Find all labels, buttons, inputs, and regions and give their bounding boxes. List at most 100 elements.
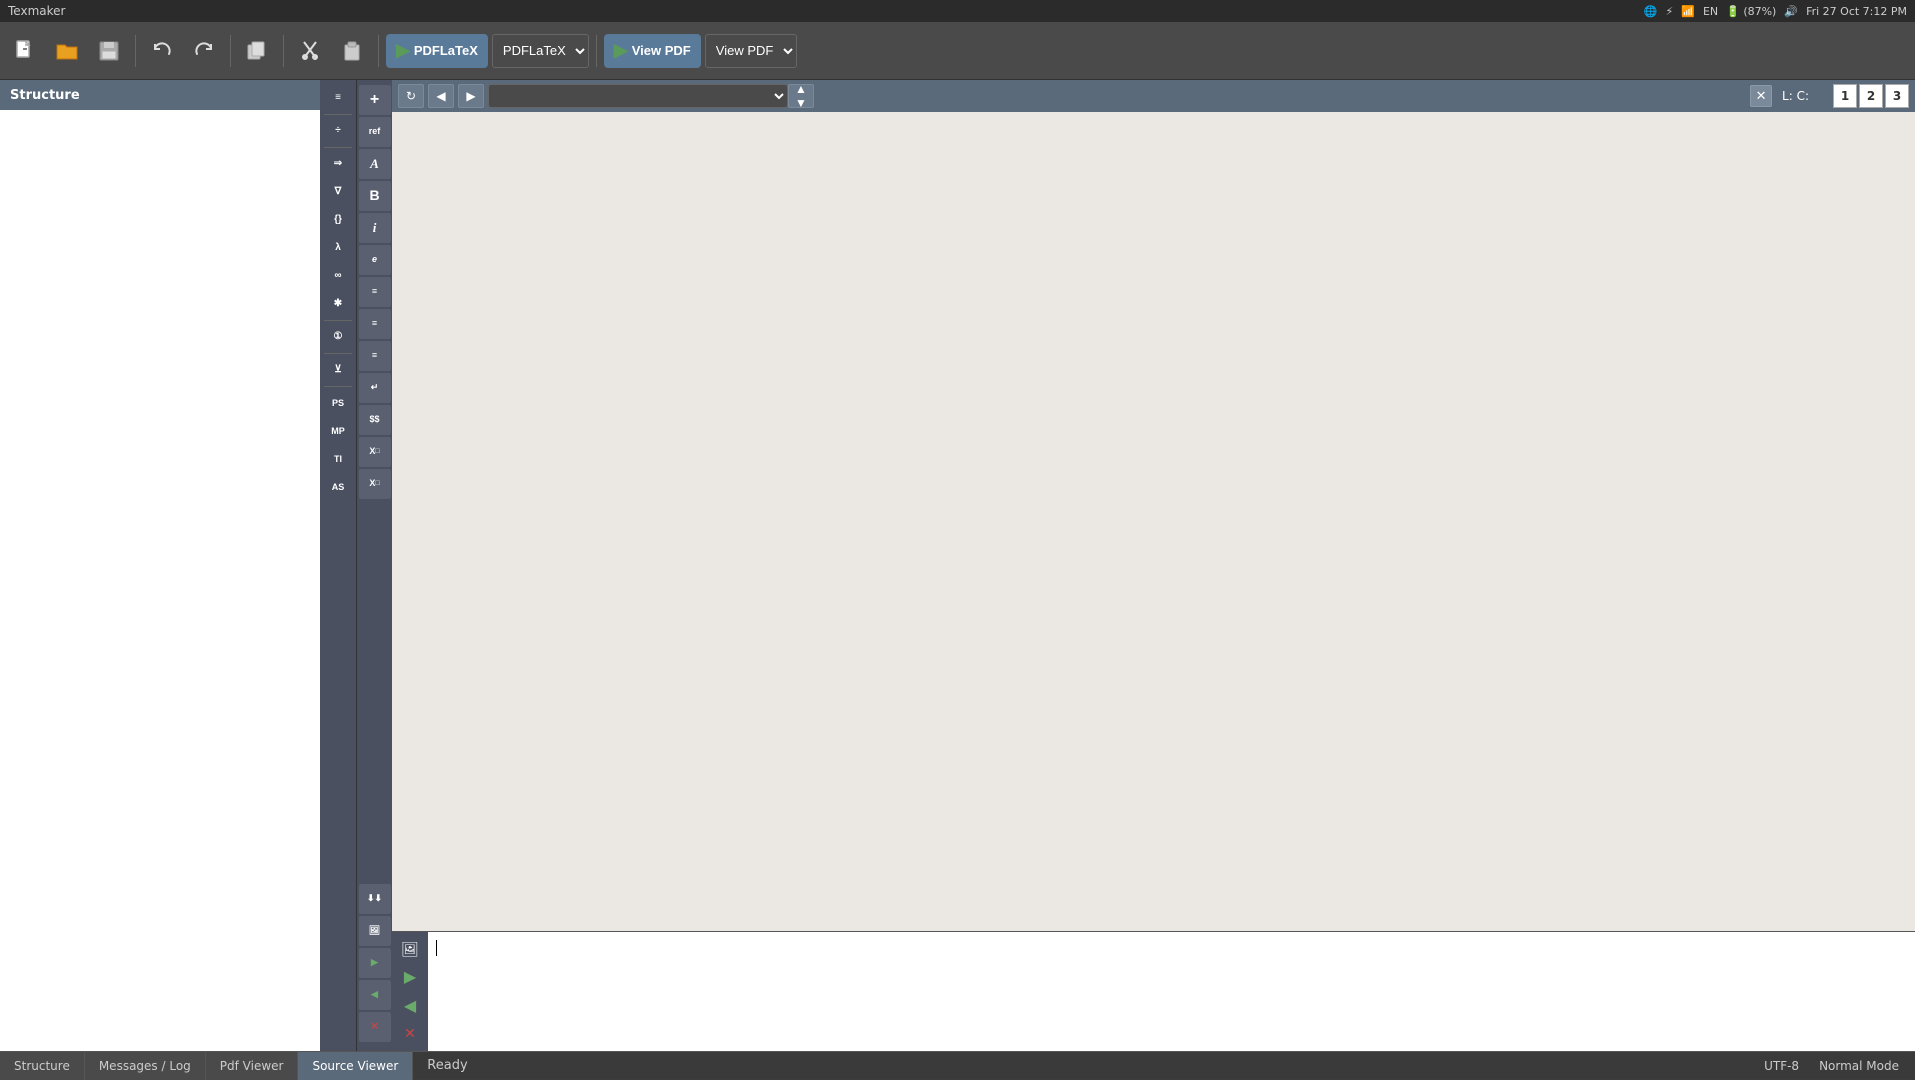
open-button[interactable]	[48, 32, 86, 70]
view-label: View PDF	[632, 43, 691, 58]
editor-file-up-button[interactable]: ▲▼	[788, 84, 814, 108]
left-icon-ti[interactable]: TI	[322, 445, 354, 473]
bottom-icon-close[interactable]: ✕	[395, 1021, 425, 1047]
compile-engine-label: PDFLaTeX	[414, 43, 478, 58]
left-icon-environments[interactable]: ÷	[322, 117, 354, 145]
left-icon-greek[interactable]: λ	[322, 234, 354, 262]
editor-search-area: ▲▼	[488, 84, 1746, 108]
statusbar: Structure Messages / Log Pdf Viewer Sour…	[0, 1051, 1915, 1079]
editor-close-button[interactable]: ✕	[1750, 85, 1772, 107]
left-icon-mp[interactable]: MP	[322, 417, 354, 445]
left-icon-math[interactable]: ⇒	[322, 150, 354, 178]
new-button[interactable]	[6, 32, 44, 70]
tab-pdfviewer[interactable]: Pdf Viewer	[206, 1052, 299, 1080]
separator-4	[378, 35, 379, 67]
bottom-editor[interactable]	[428, 932, 1915, 1051]
editor-main[interactable]	[392, 112, 1915, 931]
separator-5	[596, 35, 597, 67]
undo-button[interactable]	[143, 32, 181, 70]
left-icon-arrows[interactable]: ⊻	[322, 356, 354, 384]
compile-button[interactable]: ▶ PDFLaTeX	[386, 34, 488, 68]
left-icon-special[interactable]: ✱	[322, 290, 354, 318]
editor-next-button[interactable]: ▶	[458, 84, 484, 108]
tab-sourceviewer[interactable]: Source Viewer	[298, 1052, 413, 1080]
redo-button[interactable]	[185, 32, 223, 70]
bottom-icon-backward[interactable]: ◀	[395, 993, 425, 1019]
mid-icon-italic[interactable]: i	[359, 213, 391, 243]
main-toolbar: ▶ PDFLaTeX PDFLaTeX LaTeX XeLaTeX LuaLaT…	[0, 22, 1915, 80]
structure-panel: Structure	[0, 80, 320, 1051]
mid-icon-superscript[interactable]: X□	[359, 437, 391, 467]
left-sep-5	[324, 386, 352, 387]
save-button[interactable]	[90, 32, 128, 70]
titlebar-system-icons: 🌐 ⚡ 📶 EN 🔋 (87%) 🔊 Fri 27 Oct 7:12 PM	[1644, 5, 1907, 18]
text-cursor	[436, 940, 437, 956]
mid-icon-fontsize[interactable]: A	[359, 149, 391, 179]
bottom-icon-forward[interactable]: ▶	[395, 964, 425, 990]
app-title: Texmaker	[8, 4, 65, 18]
mid-icon-emph[interactable]: e	[359, 245, 391, 275]
structure-content	[0, 110, 320, 1051]
left-icon-math2[interactable]: ∇	[322, 178, 354, 206]
bottom-panel: 🖼 ▶ ◀ ✕	[392, 931, 1915, 1051]
mid-icon-left-align[interactable]: ≡	[359, 277, 391, 307]
mid-icon-newline[interactable]: ↵	[359, 373, 391, 403]
left-icon-brackets[interactable]: {}	[322, 206, 354, 234]
separator-1	[135, 35, 136, 67]
tab-structure[interactable]: Structure	[0, 1052, 85, 1080]
cut-button[interactable]	[291, 32, 329, 70]
mid-icon-subscript[interactable]: X□	[359, 469, 391, 499]
separator-3	[283, 35, 284, 67]
left-icon-panel: ≡ ÷ ⇒ ∇ {} λ ∞ ✱ ① ⊻ PS MP TI AS	[320, 80, 356, 1051]
tab-messages[interactable]: Messages / Log	[85, 1052, 206, 1080]
editor-tabs: 1 2 3	[1831, 84, 1909, 108]
mid-icon-expand[interactable]: ⬇⬇	[359, 884, 391, 914]
power-icon: ⚡	[1666, 5, 1674, 18]
view-arrow-icon: ▶	[614, 40, 628, 61]
compile-engine-select[interactable]: PDFLaTeX LaTeX XeLaTeX LuaLaTeX	[492, 34, 589, 68]
editor-tab-3[interactable]: 3	[1885, 84, 1909, 108]
editor-tab-2[interactable]: 2	[1859, 84, 1883, 108]
left-icon-symbols[interactable]: ∞	[322, 262, 354, 290]
mid-icon-displaymath[interactable]: $$	[359, 405, 391, 435]
editor-file-select[interactable]	[488, 84, 788, 108]
encoding-label: UTF-8	[1764, 1059, 1799, 1073]
structure-header: Structure	[0, 80, 320, 110]
separator-2	[230, 35, 231, 67]
mid-icon-ref[interactable]: ref	[359, 117, 391, 147]
structure-title: Structure	[10, 88, 80, 103]
editor-refresh-button[interactable]: ↻	[398, 84, 424, 108]
statusbar-ready: Ready	[413, 1058, 481, 1073]
mid-icon-center-align[interactable]: ≡	[359, 309, 391, 339]
view-button[interactable]: ▶ View PDF	[604, 34, 701, 68]
compile-arrow-icon: ▶	[396, 40, 410, 61]
mid-icon-backward[interactable]: ◀	[359, 980, 391, 1010]
mid-bottom-group: ⬇⬇ 🖼 ▶ ◀ ✕	[359, 883, 391, 1047]
left-sep-2	[324, 147, 352, 148]
paste-button[interactable]	[333, 32, 371, 70]
copy-special-button[interactable]	[238, 32, 276, 70]
left-icon-as[interactable]: AS	[322, 473, 354, 501]
mid-icon-right-align[interactable]: ≡	[359, 341, 391, 371]
view-select[interactable]: View PDF View DVI	[705, 34, 797, 68]
mid-icon-bold[interactable]: B	[359, 181, 391, 211]
editor-tab-1[interactable]: 1	[1833, 84, 1857, 108]
editor-area: ↻ ◀ ▶ ▲▼ ✕ L: C: 1 2 3 🖼 ▶	[392, 80, 1915, 1051]
wifi-icon: 📶	[1681, 5, 1695, 18]
volume-icon: 🔊	[1784, 5, 1798, 18]
mid-icon-forward[interactable]: ▶	[359, 948, 391, 978]
titlebar-title: Texmaker	[8, 4, 65, 18]
mid-icon-image[interactable]: 🖼	[359, 916, 391, 946]
mid-icon-new[interactable]: +	[359, 85, 391, 115]
left-sep-3	[324, 320, 352, 321]
editor-prev-button[interactable]: ◀	[428, 84, 454, 108]
mid-icon-close[interactable]: ✕	[359, 1012, 391, 1042]
language-indicator: EN	[1703, 5, 1718, 18]
left-icon-ps[interactable]: PS	[322, 389, 354, 417]
battery-indicator: 🔋 (87%)	[1726, 5, 1776, 18]
left-icon-item[interactable]: ①	[322, 323, 354, 351]
left-icon-packages[interactable]: ≡	[322, 84, 354, 112]
bottom-icon-image[interactable]: 🖼	[395, 936, 425, 962]
mode-label: Normal Mode	[1819, 1059, 1899, 1073]
network-icon: 🌐	[1644, 5, 1658, 18]
